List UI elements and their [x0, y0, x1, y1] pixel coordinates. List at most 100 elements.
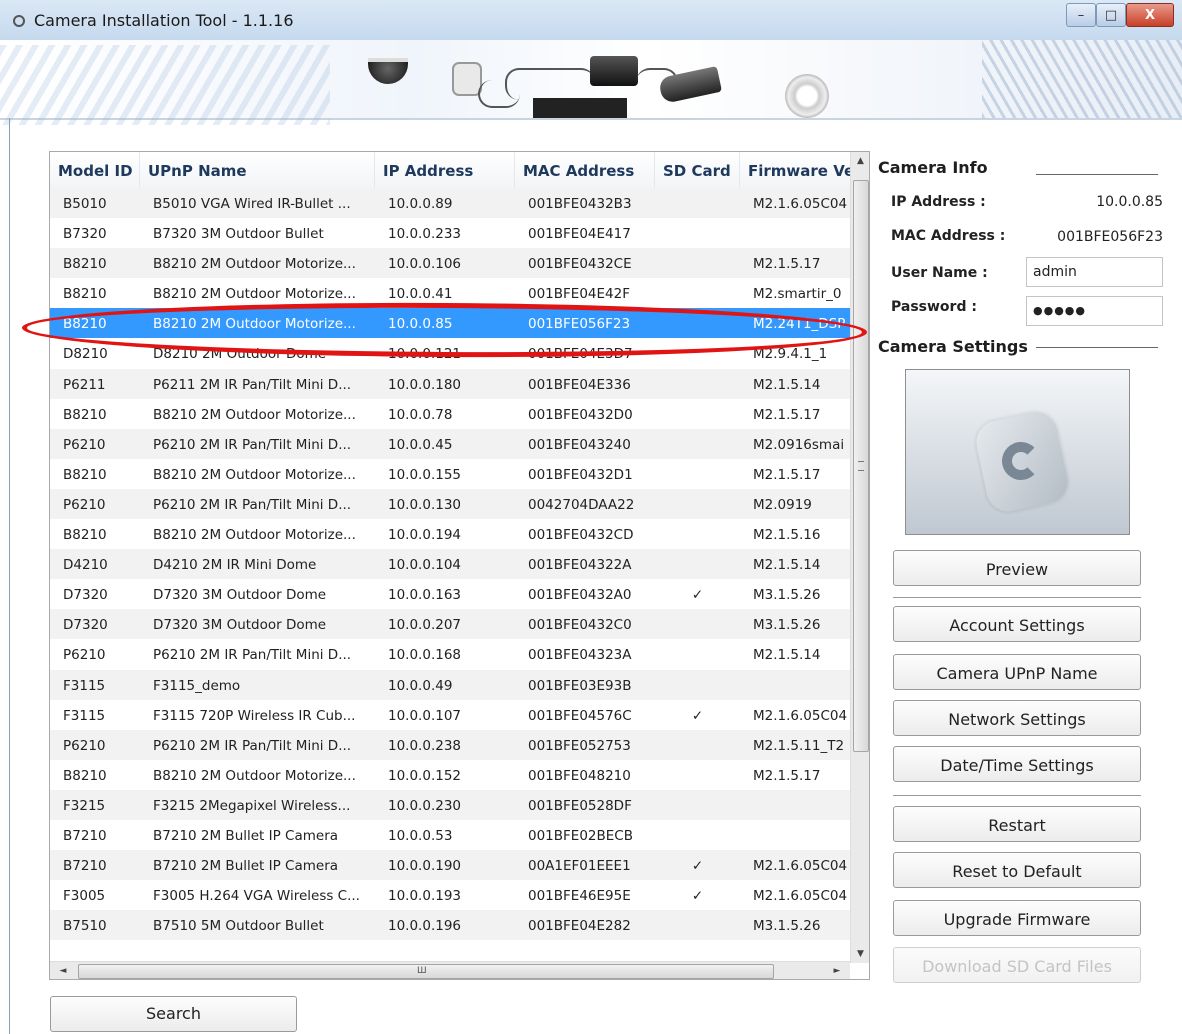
- column-header-mac-address[interactable]: MAC Address: [515, 152, 655, 188]
- section-divider: [1036, 174, 1158, 175]
- app-icon: [13, 15, 25, 27]
- cell-firmware: M2.1.5.17: [753, 466, 821, 483]
- ip-address-label: IP Address :: [891, 194, 986, 210]
- table-row[interactable]: F3215 F3215 2Megapixel Wireless... 10.0.0.…: [50, 789, 850, 820]
- table-row[interactable]: D7320 D7320 3M Outdoor Dome 10.0.0.207 001B…: [50, 609, 850, 640]
- table-row[interactable]: P6210 P6210 2M IR Pan/Tilt Mini D... 10.0.…: [50, 639, 850, 669]
- vertical-scrollbar[interactable]: ▲ ▼: [850, 152, 869, 963]
- table-row[interactable]: P6210 P6210 2M IR Pan/Tilt Mini D... 10.0.…: [50, 428, 850, 459]
- cell-model-id: B8210: [63, 466, 107, 483]
- cell-firmware: M2.0919: [753, 496, 812, 513]
- restart-button[interactable]: Restart: [893, 806, 1141, 842]
- scroll-down-arrow-icon[interactable]: ▼: [851, 945, 869, 963]
- table-row[interactable]: B8210 B8210 2M Outdoor Motorize... 10.0.0.…: [50, 459, 850, 489]
- minimize-button[interactable]: –: [1066, 3, 1096, 27]
- cell-model-id: P6210: [63, 737, 106, 754]
- column-header-firmware[interactable]: Firmware Ve: [740, 152, 850, 188]
- cell-sd-card: [655, 489, 740, 519]
- ip-address-value: 10.0.0.85: [1096, 194, 1163, 210]
- column-header-upnp-name[interactable]: UPnP Name: [140, 152, 375, 188]
- preview-button[interactable]: Preview: [893, 550, 1141, 586]
- network-settings-button[interactable]: Network Settings: [893, 700, 1141, 736]
- cell-mac-address: 001BFE02BECB: [528, 827, 633, 844]
- cell-sd-card: ✓: [691, 888, 704, 905]
- cell-firmware: M3.1.5.26: [753, 587, 821, 604]
- table-row[interactable]: B8210 B8210 2M Outdoor Motorize... 10.0.0.…: [50, 399, 850, 429]
- cell-sd-card: [655, 910, 740, 940]
- button-separator: [893, 597, 1141, 598]
- cell-ip-address: 10.0.0.53: [388, 827, 453, 844]
- cell-sd-card: ✓: [691, 587, 704, 604]
- scroll-right-arrow-icon[interactable]: ►: [828, 962, 846, 979]
- table-row[interactable]: D4210 D4210 2M IR Mini Dome 10.0.0.104 001B…: [50, 549, 850, 580]
- mac-address-label: MAC Address :: [891, 228, 1006, 244]
- date-time-settings-button[interactable]: Date/Time Settings: [893, 746, 1141, 782]
- download-sd-card-files-button[interactable]: Download SD Card Files: [893, 947, 1141, 983]
- cell-sd-card: [655, 730, 740, 760]
- password-field[interactable]: ●●●●●: [1026, 296, 1163, 326]
- maximize-button[interactable]: □: [1096, 3, 1126, 27]
- cell-firmware: M2.1.6.05C04: [753, 858, 848, 875]
- table-row[interactable]: P6210 P6210 2M IR Pan/Tilt Mini D... 10.0.…: [50, 488, 850, 520]
- table-row[interactable]: F3115 F3115 720P Wireless IR Cub... 10.0.0…: [50, 700, 850, 730]
- close-button[interactable]: X: [1126, 3, 1174, 27]
- camera-list[interactable]: Model ID UPnP Name IP Address MAC Addres…: [49, 151, 870, 980]
- cell-firmware: [740, 820, 850, 850]
- cell-mac-address: 001BFE04E336: [528, 376, 631, 393]
- camera-info-title: Camera Info: [878, 158, 988, 177]
- scroll-left-arrow-icon[interactable]: ◄: [54, 962, 72, 979]
- reset-to-default-button[interactable]: Reset to Default: [893, 852, 1141, 888]
- camera-upnp-name-button[interactable]: Camera UPnP Name: [893, 654, 1141, 690]
- cell-firmware: [740, 790, 850, 820]
- table-row[interactable]: B8210 B8210 2M Outdoor Motorize... 10.0.0.…: [50, 760, 850, 790]
- cell-model-id: D7320: [63, 587, 108, 604]
- cell-upnp-name: B7210 2M Bullet IP Camera: [153, 827, 339, 844]
- table-row[interactable]: B5010 B5010 VGA Wired IR-Bullet ... 10.0.0…: [50, 188, 850, 219]
- table-row[interactable]: B7320 B7320 3M Outdoor Bullet 10.0.0.233 00…: [50, 218, 850, 248]
- scroll-up-arrow-icon[interactable]: ▲: [851, 152, 869, 170]
- column-header-model-id[interactable]: Model ID: [50, 152, 140, 188]
- cell-model-id: P6210: [63, 436, 106, 453]
- cell-upnp-name: F3215 2Megapixel Wireless...: [153, 797, 351, 814]
- table-row[interactable]: F3115 F3115_demo 10.0.0.49 001BFE03E93B: [50, 669, 850, 700]
- cell-sd-card: [655, 790, 740, 820]
- cell-mac-address: 001BFE0432CD: [528, 527, 634, 544]
- cell-upnp-name: B8210 2M Outdoor Motorize...: [153, 406, 356, 423]
- vertical-scroll-thumb[interactable]: [853, 180, 869, 752]
- table-row[interactable]: B7210 B7210 2M Bullet IP Camera 10.0.0.190…: [50, 850, 850, 881]
- table-row[interactable]: B8210 B8210 2M Outdoor Motorize... 10.0.0.…: [50, 519, 850, 549]
- column-header-sd-card[interactable]: SD Card: [655, 152, 740, 188]
- cell-model-id: D4210: [63, 557, 108, 574]
- table-row[interactable]: B7210 B7210 2M Bullet IP Camera 10.0.0.53 0…: [50, 820, 850, 850]
- cell-sd-card: [655, 399, 740, 429]
- search-button[interactable]: Search: [50, 996, 297, 1032]
- cable-icon: [505, 68, 595, 100]
- cell-sd-card: [655, 459, 740, 489]
- cell-ip-address: 10.0.0.180: [388, 376, 461, 393]
- cell-upnp-name: B8210 2M Outdoor Motorize...: [153, 527, 356, 544]
- cell-ip-address: 10.0.0.104: [388, 557, 461, 574]
- cell-mac-address: 001BFE0432C0: [528, 617, 632, 634]
- cell-upnp-name: F3115_demo: [153, 677, 241, 694]
- user-name-field[interactable]: admin: [1026, 257, 1163, 287]
- cell-firmware: [740, 670, 850, 700]
- cell-firmware: M3.1.5.26: [753, 918, 821, 935]
- table-row[interactable]: B7510 B7510 5M Outdoor Bullet 10.0.0.196 00…: [50, 910, 850, 941]
- table-row[interactable]: P6211 P6211 2M IR Pan/Tilt Mini D... 10.0.…: [50, 368, 850, 399]
- table-row[interactable]: P6210 P6210 2M IR Pan/Tilt Mini D... 10.0.…: [50, 729, 850, 760]
- horizontal-scroll-thumb[interactable]: Ш: [78, 964, 774, 979]
- cell-sd-card: ✓: [691, 858, 704, 875]
- upgrade-firmware-button[interactable]: Upgrade Firmware: [893, 900, 1141, 936]
- account-settings-button[interactable]: Account Settings: [893, 606, 1141, 642]
- cell-sd-card: [655, 670, 740, 700]
- table-row[interactable]: B8210 B8210 2M Outdoor Motorize... 10.0.0.…: [50, 248, 850, 279]
- horizontal-scrollbar[interactable]: ◄ Ш ►: [50, 961, 850, 979]
- table-row[interactable]: F3005 F3005 H.264 VGA Wireless C... 10.0.0…: [50, 880, 850, 910]
- cell-firmware: M2.0916smai: [753, 436, 845, 453]
- table-row[interactable]: D7320 D7320 3M Outdoor Dome 10.0.0.163 001B…: [50, 579, 850, 609]
- column-header-ip-address[interactable]: IP Address: [375, 152, 515, 188]
- cell-ip-address: 10.0.0.89: [388, 196, 453, 212]
- cell-mac-address: 001BFE0432B3: [528, 196, 632, 212]
- cell-mac-address: 001BFE052753: [528, 737, 631, 754]
- cell-sd-card: [655, 760, 740, 790]
